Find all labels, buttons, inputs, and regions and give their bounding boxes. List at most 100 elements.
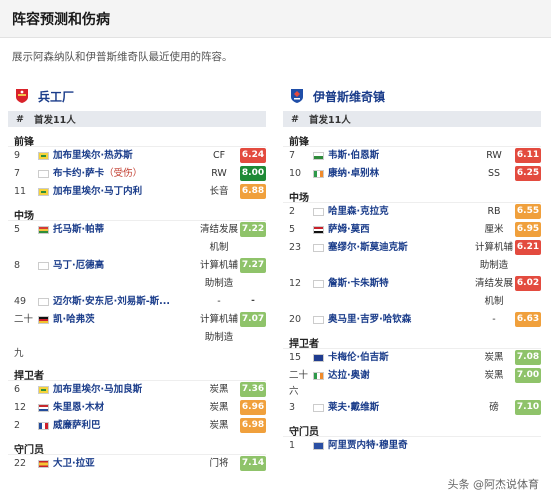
player-row[interactable]: 6 加布里埃尔·马加良斯 炭黑 7.36: [8, 381, 266, 399]
player-name-link[interactable]: 萨姆·莫西: [328, 221, 473, 239]
player-position: 清结发展 机制: [473, 275, 515, 311]
position-text: 磅: [489, 402, 499, 413]
player-name-link[interactable]: 朱里恩·木材: [53, 399, 198, 417]
player-position: RW: [198, 165, 240, 183]
player-row[interactable]: 5 托马斯·帕蒂 清结发展 机制 7.22: [8, 221, 266, 257]
norway-flag-icon: [313, 244, 324, 252]
position-group-label: 捍卫者: [8, 367, 266, 382]
position-group-label: 前锋: [283, 133, 541, 148]
player-row[interactable]: 7 韦斯·伯恩斯 RW 6.11: [283, 147, 541, 165]
player-row[interactable]: 2 哈里森·克拉克 RB 6.55: [283, 203, 541, 221]
wales-flag-icon: [313, 152, 324, 160]
player-name[interactable]: 托马斯·帕蒂: [53, 224, 104, 235]
team-header[interactable]: 兵工厂: [8, 84, 266, 108]
player-row[interactable]: 10 康纳·卓别林 SS 6.25: [283, 165, 541, 183]
player-name-link[interactable]: 威廉萨利巴: [53, 417, 198, 435]
player-name-link[interactable]: 马丁·厄德高: [53, 257, 198, 275]
player-row[interactable]: 3 莱夫·戴维斯 磅 7.10: [283, 399, 541, 417]
player-row[interactable]: 8 马丁·厄德高 计算机辅 助制造 7.27: [8, 257, 266, 293]
team-name[interactable]: 伊普斯维奇镇: [313, 88, 385, 105]
player-name[interactable]: 凯·哈弗茨: [53, 314, 95, 325]
lineup-label: 首发11人: [34, 115, 76, 126]
player-name[interactable]: 迈尔斯·安东尼·刘易斯-斯...: [53, 296, 170, 307]
player-name-link[interactable]: 阿里贾内特·穆里奇: [328, 437, 473, 455]
player-name-link[interactable]: 加布里埃尔·马加良斯: [53, 381, 198, 399]
player-rating-badge: 6.11: [515, 148, 541, 163]
player-number: 15: [289, 352, 302, 363]
germany-flag-icon: [38, 316, 49, 324]
player-name-link[interactable]: 托马斯·帕蒂: [53, 221, 198, 239]
player-row[interactable]: 7 布卡约·萨卡（受伤） RW 8.00: [8, 165, 266, 183]
player-row[interactable]: 9 加布里埃尔·热苏斯 CF 6.24: [8, 147, 266, 165]
spain-flag-icon: [38, 460, 49, 468]
player-number: 12: [289, 278, 302, 289]
player-row[interactable]: 二十 凯·哈弗茨 计算机辅 助制造 7.07: [8, 311, 266, 347]
position-text: 计算机辅: [474, 242, 513, 253]
player-row[interactable]: 5 萨姆·莫西 厘米 6.95: [283, 221, 541, 239]
player-name-link[interactable]: 康纳·卓别林: [328, 165, 473, 183]
player-name-link[interactable]: 卡梅伦·伯吉斯: [328, 349, 473, 367]
player-number: 20: [289, 314, 302, 325]
player-name[interactable]: 康纳·卓别林: [328, 168, 379, 179]
player-name[interactable]: 马丁·厄德高: [53, 260, 104, 271]
player-name[interactable]: 加布里埃尔·马加良斯: [53, 384, 142, 395]
ipswich-crest-icon: [289, 88, 305, 104]
player-name[interactable]: 威廉萨利巴: [53, 420, 101, 431]
player-row[interactable]: 12 詹斯·卡朱斯特 清结发展 机制 6.02: [283, 275, 541, 311]
player-name-link[interactable]: 加布里埃尔·热苏斯: [53, 147, 198, 165]
player-row[interactable]: 12 朱里恩·木材 炭黑 6.96: [8, 399, 266, 417]
player-name-link[interactable]: 迈尔斯·安东尼·刘易斯-斯...: [53, 293, 198, 311]
player-name-link[interactable]: 加布里埃尔·马丁内利: [53, 183, 198, 201]
brazil-flag-icon: [38, 188, 49, 196]
player-rating-badge: 7.14: [240, 456, 266, 471]
player-name-link[interactable]: 凯·哈弗茨: [53, 311, 198, 329]
player-rating-badge: 6.02: [515, 276, 541, 291]
player-name[interactable]: 奥马里·吉罗·哈钦森: [328, 314, 411, 325]
player-position: 炭黑: [198, 417, 240, 435]
player-name-link[interactable]: 奥马里·吉罗·哈钦森: [328, 311, 473, 329]
player-rating-badge: 8.00: [240, 166, 266, 181]
player-rating-badge: 6.95: [515, 222, 541, 237]
player-row[interactable]: 1 阿里贾内特·穆里奇: [283, 437, 541, 455]
player-name[interactable]: 塞缪尔·斯莫迪克斯: [328, 242, 408, 253]
player-row[interactable]: 22 大卫·拉亚 门将 7.14: [8, 455, 266, 473]
player-name[interactable]: 莱夫·戴维斯: [328, 402, 379, 413]
player-row[interactable]: 二十 达拉·奥谢 炭黑 7.00: [283, 367, 541, 385]
player-row[interactable]: 11 加布里埃尔·马丁内利 长音 6.88: [8, 183, 266, 201]
team-header[interactable]: 伊普斯维奇镇: [283, 84, 541, 108]
player-row[interactable]: 20 奥马里·吉罗·哈钦森 - 6.63: [283, 311, 541, 329]
player-name-link[interactable]: 达拉·奥谢: [328, 367, 473, 385]
player-name-link[interactable]: 塞缪尔·斯莫迪克斯: [328, 239, 473, 257]
player-name[interactable]: 加布里埃尔·马丁内利: [53, 186, 142, 197]
player-row[interactable]: 23 塞缪尔·斯莫迪克斯 计算机辅 助制造 6.21: [283, 239, 541, 275]
player-name-link[interactable]: 大卫·拉亚: [53, 455, 198, 473]
player-name[interactable]: 布卡约·萨卡: [53, 168, 104, 179]
player-name-link[interactable]: 哈里森·克拉克: [328, 203, 473, 221]
player-name[interactable]: 阿里贾内特·穆里奇: [328, 440, 408, 451]
position-group-label: 前锋: [8, 133, 266, 148]
player-name[interactable]: 大卫·拉亚: [53, 458, 95, 469]
player-name[interactable]: 萨姆·莫西: [328, 224, 370, 235]
player-name-link[interactable]: 詹斯·卡朱斯特: [328, 275, 473, 293]
player-name[interactable]: 加布里埃尔·热苏斯: [53, 150, 133, 161]
player-name[interactable]: 朱里恩·木材: [53, 402, 104, 413]
player-rating-badge: 6.98: [240, 418, 266, 433]
player-number: 6: [14, 384, 21, 395]
watermark: 头条 @阿杰说体育: [443, 474, 543, 494]
player-name-link[interactable]: 莱夫·戴维斯: [328, 399, 473, 417]
player-name-link[interactable]: 布卡约·萨卡（受伤）: [53, 165, 198, 183]
player-row[interactable]: 2 威廉萨利巴 炭黑 6.98: [8, 417, 266, 435]
player-name[interactable]: 韦斯·伯恩斯: [328, 150, 379, 161]
player-name[interactable]: 达拉·奥谢: [328, 370, 370, 381]
player-row[interactable]: 49 迈尔斯·安东尼·刘易斯-斯... - -: [8, 293, 266, 311]
lineup-header: # 首发11人: [283, 111, 541, 127]
player-rating-badge: 7.22: [240, 222, 266, 237]
team-name[interactable]: 兵工厂: [38, 88, 74, 105]
position-group-label: 中场: [8, 207, 266, 222]
position-text: 清结发展: [199, 224, 238, 235]
player-name[interactable]: 卡梅伦·伯吉斯: [328, 352, 389, 363]
player-name[interactable]: 詹斯·卡朱斯特: [328, 278, 389, 289]
player-name-link[interactable]: 韦斯·伯恩斯: [328, 147, 473, 165]
player-name[interactable]: 哈里森·克拉克: [328, 206, 389, 217]
player-row[interactable]: 15 卡梅伦·伯吉斯 炭黑 7.08: [283, 349, 541, 367]
